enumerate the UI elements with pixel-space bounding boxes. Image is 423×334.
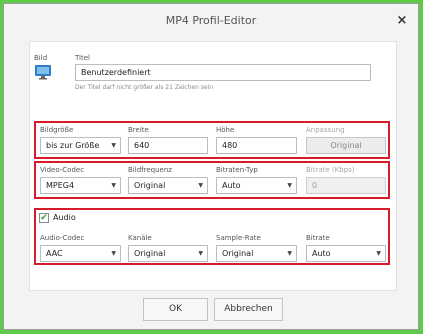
audio-label[interactable]: Audio xyxy=(53,213,76,222)
chevron-down-icon: ▼ xyxy=(111,250,116,257)
chevron-down-icon: ▼ xyxy=(111,182,116,189)
title-hint: Der Titel darf nicht größer als 21 Zeich… xyxy=(75,84,214,91)
bitrate-kbps-input[interactable]: 0 xyxy=(306,177,386,194)
chevron-down-icon: ▼ xyxy=(111,142,116,149)
sample-rate-value: Original xyxy=(222,249,254,258)
channels-select[interactable]: Original ▼ xyxy=(128,245,208,262)
audio-bitrate-label: Bitrate xyxy=(306,234,330,242)
chevron-down-icon: ▼ xyxy=(287,250,292,257)
sample-rate-label: Sample-Rate xyxy=(216,234,261,242)
chevron-down-icon: ▼ xyxy=(198,250,203,257)
framerate-value: Original xyxy=(134,181,166,190)
audio-codec-select[interactable]: AAC ▼ xyxy=(40,245,121,262)
audio-bitrate-select[interactable]: Auto ▼ xyxy=(306,245,386,262)
width-input[interactable]: 640 xyxy=(128,137,208,154)
channels-label: Kanäle xyxy=(128,234,152,242)
audio-codec-value: AAC xyxy=(46,249,63,258)
video-codec-value: MPEG4 xyxy=(46,181,75,190)
fit-original-button[interactable]: Original xyxy=(306,137,386,154)
audio-codec-label: Audio-Codec xyxy=(40,234,85,242)
window-title: MP4 Profil-Editor xyxy=(165,14,257,27)
checkmark-icon: ✔ xyxy=(40,213,48,223)
framerate-select[interactable]: Original ▼ xyxy=(128,177,208,194)
chevron-down-icon: ▼ xyxy=(198,182,203,189)
chevron-down-icon: ▼ xyxy=(376,250,381,257)
image-label: Bild xyxy=(34,54,48,62)
video-codec-label: Video-Codec xyxy=(40,166,85,174)
bitrate-type-value: Auto xyxy=(222,181,241,190)
audio-bitrate-value: Auto xyxy=(312,249,331,258)
bitrate-type-select[interactable]: Auto ▼ xyxy=(216,177,297,194)
channels-value: Original xyxy=(134,249,166,258)
fit-label: Anpassung xyxy=(306,126,345,134)
close-icon[interactable]: × xyxy=(393,4,411,37)
title-label: Titel xyxy=(75,54,91,62)
picture-size-select[interactable]: bis zur Größe ▼ xyxy=(40,137,121,154)
sample-rate-select[interactable]: Original ▼ xyxy=(216,245,297,262)
height-input[interactable]: 480 xyxy=(216,137,297,154)
picture-size-label: Bildgröße xyxy=(40,126,74,134)
monitor-icon xyxy=(35,65,51,80)
cancel-button[interactable]: Abbrechen xyxy=(214,298,283,321)
framerate-label: Bildfrequenz xyxy=(128,166,172,174)
bitrate-kbps-label: Bitrate (Kbps) xyxy=(306,166,355,174)
chevron-down-icon: ▼ xyxy=(287,182,292,189)
picture-size-value: bis zur Größe xyxy=(46,141,100,150)
width-label: Breite xyxy=(128,126,149,134)
height-label: Höhe xyxy=(216,126,235,134)
title-input[interactable]: Benutzerdefiniert xyxy=(75,64,371,81)
bitrate-type-label: Bitraten-Typ xyxy=(216,166,258,174)
audio-checkbox[interactable]: ✔ xyxy=(39,213,49,223)
ok-button[interactable]: OK xyxy=(143,298,208,321)
video-codec-select[interactable]: MPEG4 ▼ xyxy=(40,177,121,194)
